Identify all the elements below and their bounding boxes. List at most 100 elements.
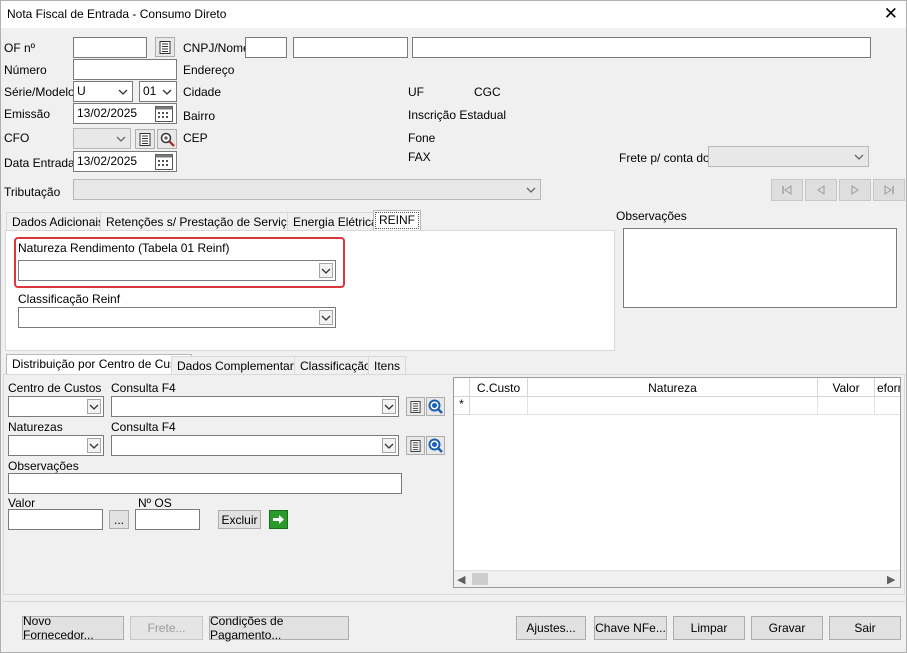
nome-input[interactable] <box>412 37 871 58</box>
previous-record-button[interactable] <box>805 179 837 201</box>
chevron-down-icon <box>114 131 128 146</box>
frete-select[interactable] <box>708 146 869 167</box>
natureza-select[interactable] <box>18 260 336 281</box>
last-icon <box>884 185 894 195</box>
classificacao-select[interactable] <box>18 307 336 328</box>
serie-select[interactable]: U <box>73 81 133 102</box>
ajustes-button[interactable]: Ajustes... <box>516 616 586 640</box>
search-icon <box>428 399 443 414</box>
next-record-button[interactable] <box>839 179 871 201</box>
frete-label: Frete p/ conta do <box>619 151 710 165</box>
next-icon <box>851 185 859 195</box>
grid-header-natureza[interactable]: Natureza <box>528 378 818 397</box>
consulta2-select[interactable] <box>111 435 399 456</box>
cfo-list-button[interactable] <box>135 129 155 149</box>
chevron-down-icon <box>87 438 101 453</box>
numero-input[interactable] <box>73 59 177 80</box>
new-row-marker: * <box>454 397 470 415</box>
chave-nfe-button[interactable]: Chave NFe... <box>594 616 667 640</box>
close-icon[interactable]: ✕ <box>884 4 898 24</box>
cfo-select[interactable] <box>73 128 131 149</box>
tab-energia-eletrica[interactable]: Energia Elétrica <box>287 212 384 231</box>
fone-label: Fone <box>408 131 436 145</box>
arrow-right-icon <box>273 515 284 524</box>
cnpj-code-input[interactable] <box>245 37 287 58</box>
tab-classificacao[interactable]: Classificação <box>294 356 377 375</box>
grid-header-ccusto[interactable]: C.Custo <box>470 378 528 397</box>
naturezas-list-button[interactable] <box>406 436 425 455</box>
tributacao-label: Tributação <box>4 185 61 199</box>
tab-itens[interactable]: Itens <box>368 356 407 375</box>
gravar-button[interactable]: Gravar <box>751 616 823 640</box>
scroll-right-icon[interactable]: ▶ <box>887 573 895 586</box>
tab-reinf[interactable]: REINF <box>373 210 421 231</box>
list-icon <box>410 439 421 452</box>
chevron-down-icon <box>382 399 396 414</box>
nos-input[interactable] <box>135 509 200 530</box>
natureza-label: Natureza Rendimento (Tabela 01 Reinf) <box>18 241 230 255</box>
tab-dados-complementares[interactable]: Dados Complementares <box>171 356 313 375</box>
modelo-select[interactable]: 01 <box>139 81 177 102</box>
first-icon <box>782 185 792 195</box>
horizontal-scrollbar[interactable]: ◀ ▶ <box>454 570 900 587</box>
centro-search-button[interactable] <box>426 397 445 416</box>
sair-button[interactable]: Sair <box>829 616 901 640</box>
window-title: Nota Fiscal de Entrada - Consumo Direto <box>7 7 227 21</box>
search-icon <box>428 438 443 453</box>
add-arrow-button[interactable] <box>269 510 288 529</box>
obs-label: Observações <box>8 459 79 473</box>
classificacao-label: Classificação Reinf <box>18 292 121 306</box>
limpar-button[interactable]: Limpar <box>673 616 745 640</box>
frete-button[interactable]: Frete... <box>130 616 203 640</box>
observacoes-label: Observações <box>616 209 687 223</box>
previous-icon <box>817 185 825 195</box>
cnpj-input[interactable] <box>293 37 408 58</box>
title-bar: Nota Fiscal de Entrada - Consumo Direto … <box>1 1 906 28</box>
numero-label: Número <box>4 63 47 77</box>
of-list-button[interactable] <box>155 37 175 57</box>
grid-cell[interactable] <box>818 397 875 415</box>
condicoes-pagamento-button[interactable]: Condições de Pagamento... <box>209 614 349 642</box>
grid-header-valor[interactable]: Valor <box>818 378 875 397</box>
bairro-label: Bairro <box>183 109 216 123</box>
first-record-button[interactable] <box>771 179 803 201</box>
chevron-down-icon <box>524 182 538 197</box>
of-input[interactable] <box>73 37 147 58</box>
tab-retencoes[interactable]: Retenções s/ Prestação de Serviços <box>100 212 306 231</box>
naturezas-search-button[interactable] <box>426 436 445 455</box>
scrollbar-thumb[interactable] <box>472 573 488 585</box>
nos-label: Nº OS <box>138 496 172 510</box>
last-record-button[interactable] <box>873 179 905 201</box>
tab-dados-adicionais[interactable]: Dados Adicionais <box>6 212 111 231</box>
cfo-search-button[interactable] <box>157 129 177 149</box>
chevron-down-icon <box>319 310 333 325</box>
cgc-label: CGC <box>474 85 501 99</box>
endereco-label: Endereço <box>183 63 235 77</box>
grid-cell[interactable] <box>528 397 818 415</box>
fax-label: FAX <box>408 150 431 164</box>
calendar-icon[interactable] <box>155 105 173 125</box>
tab-distribuicao[interactable]: Distribuição por Centro de Custo <box>6 354 193 375</box>
naturezas-select[interactable] <box>8 435 104 456</box>
cnpj-label: CNPJ/Nome <box>183 41 250 55</box>
calendar-icon[interactable] <box>155 153 173 173</box>
ellipsis-button[interactable]: ... <box>109 510 129 529</box>
of-label: OF nº <box>4 41 36 55</box>
observacoes-textarea[interactable] <box>623 228 897 308</box>
centro-list-button[interactable] <box>406 397 425 416</box>
valor-input[interactable] <box>8 509 103 530</box>
centro-select[interactable] <box>8 396 104 417</box>
obs-input[interactable] <box>8 473 402 494</box>
consulta1-select[interactable] <box>111 396 399 417</box>
scroll-left-icon[interactable]: ◀ <box>457 573 465 586</box>
grid-cell[interactable] <box>470 397 528 415</box>
grid-cell[interactable] <box>875 397 900 415</box>
tributacao-select[interactable] <box>73 179 541 200</box>
novo-fornecedor-button[interactable]: Novo Fornecedor... <box>22 614 124 642</box>
chevron-down-icon <box>87 399 101 414</box>
excluir-button[interactable]: Excluir <box>218 510 261 529</box>
grid-header-eform[interactable]: eform <box>875 378 900 397</box>
grid-corner <box>454 378 470 397</box>
consulta2-label: Consulta F4 <box>111 420 176 434</box>
chevron-down-icon <box>319 263 333 278</box>
